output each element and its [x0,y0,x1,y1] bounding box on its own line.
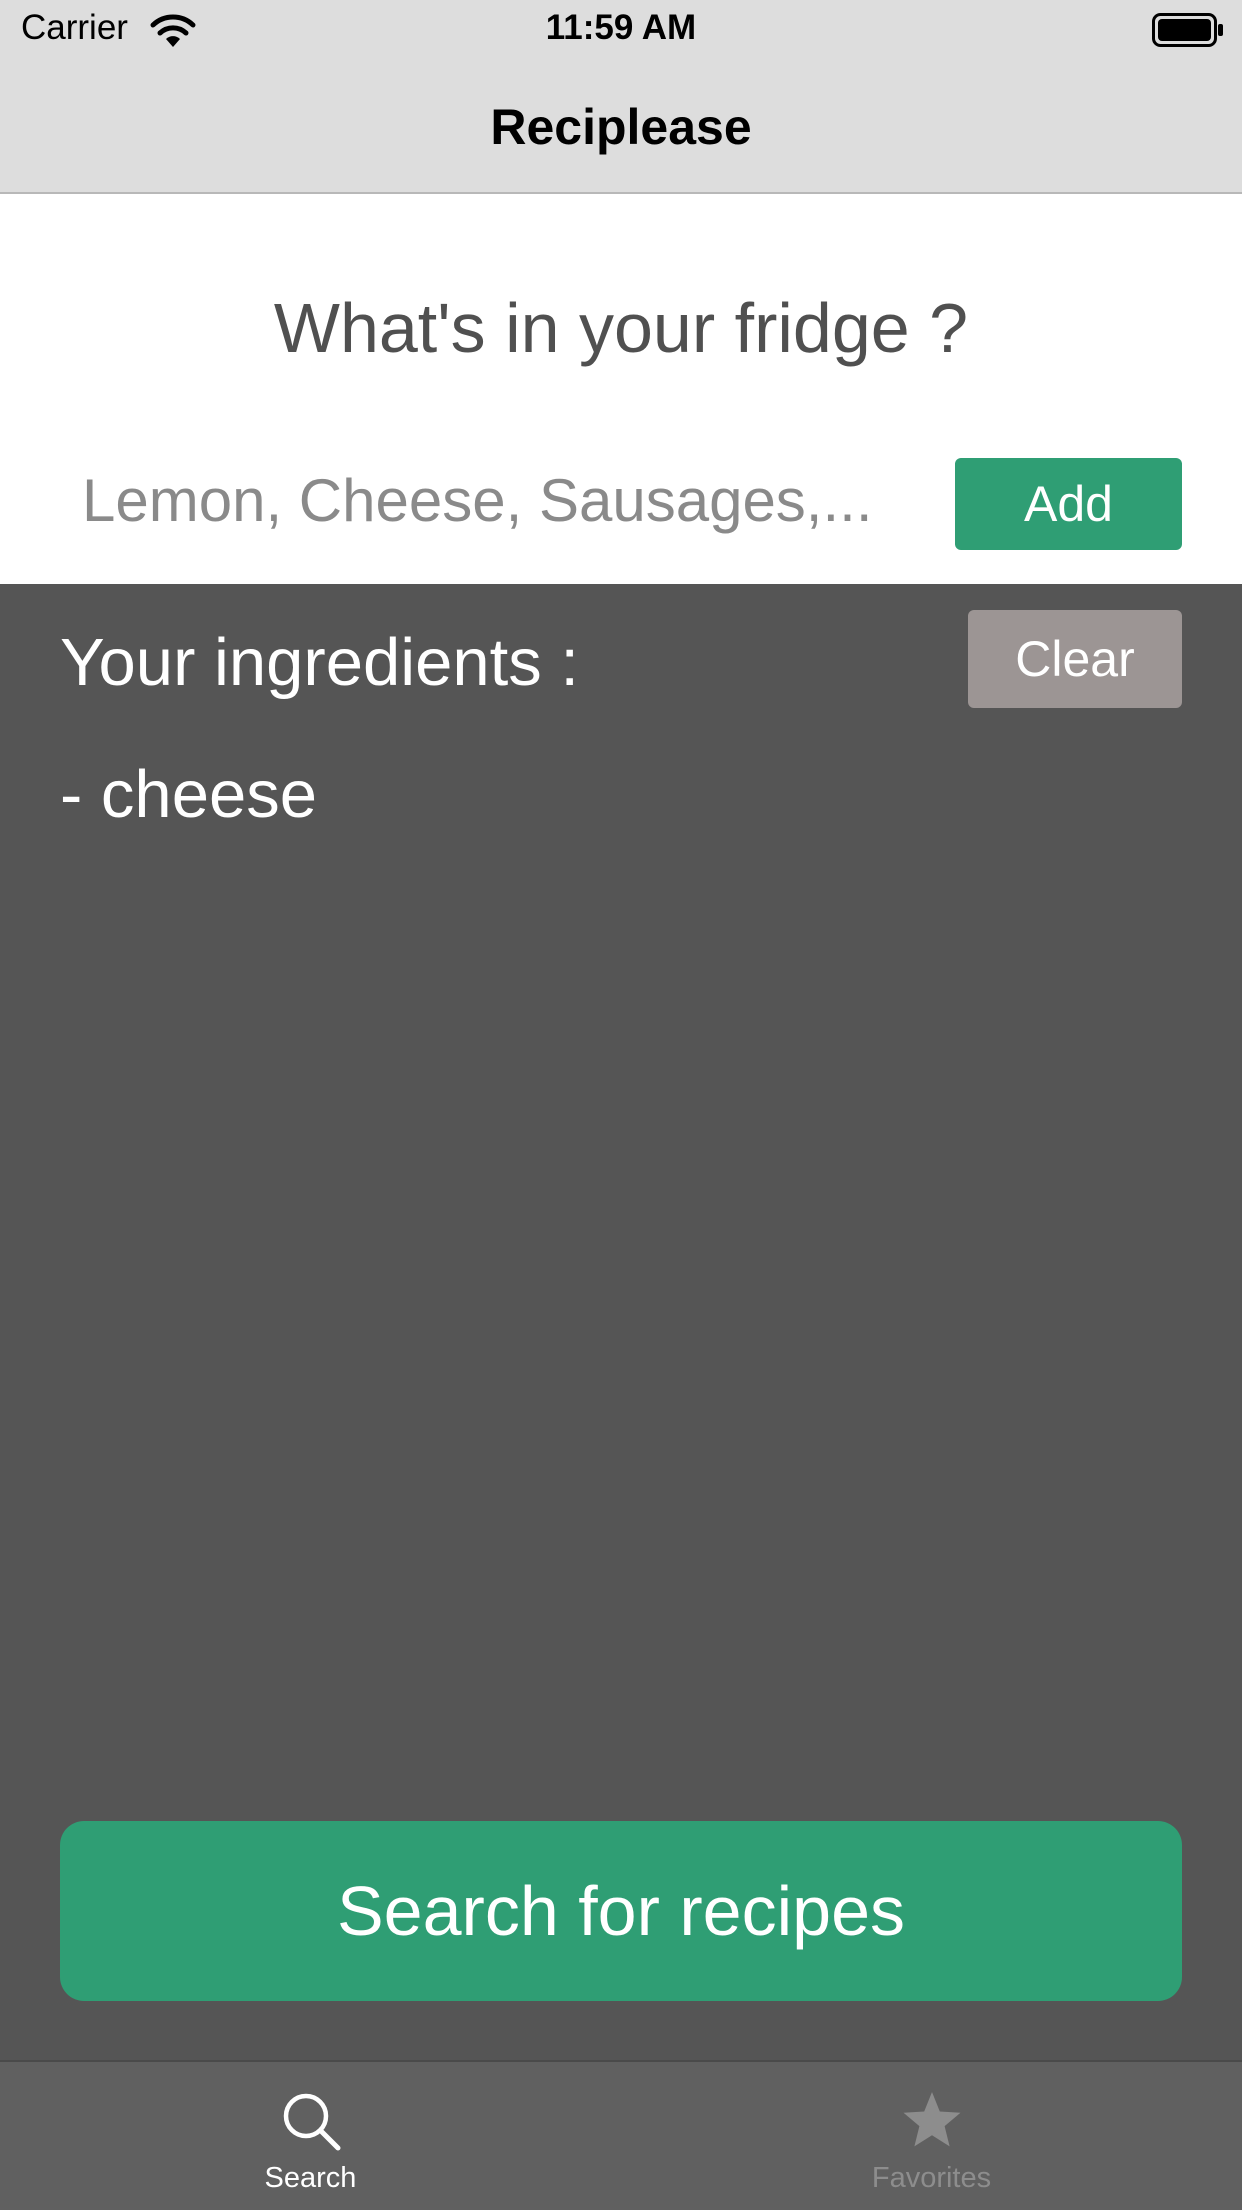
search-recipes-button[interactable]: Search for recipes [60,1821,1182,2001]
add-ingredient-button[interactable]: Add [955,458,1182,550]
tab-favorites-label: Favorites [871,2162,992,2194]
ingredient-input[interactable] [60,460,890,540]
star-icon [903,2092,961,2147]
navigation-bar: Reciplease [0,62,1242,194]
list-item: - cheese [60,757,317,832]
tab-favorites[interactable]: Favorites [621,2062,1242,2210]
search-icon [283,2093,341,2151]
ingredient-input-panel: What's in your fridge ? Add [0,194,1242,584]
ingredients-panel: Your ingredients : Clear - cheese Search… [0,584,1242,2060]
tab-search-label: Search [264,2162,357,2194]
tab-bar: Search Favorites [0,2060,1242,2210]
page-title: Reciplease [490,99,752,155]
carrier-label: Carrier [21,8,128,47]
clear-ingredients-button[interactable]: Clear [968,610,1182,708]
ingredient-list: - cheese [60,756,317,833]
status-bar: Carrier 11:59 AM [0,0,1242,62]
tab-search[interactable]: Search [0,2062,621,2210]
wifi-icon [150,14,196,47]
fridge-question-heading: What's in your fridge ? [273,289,969,367]
battery-icon [1152,13,1223,47]
ingredients-title: Your ingredients : [60,625,579,700]
